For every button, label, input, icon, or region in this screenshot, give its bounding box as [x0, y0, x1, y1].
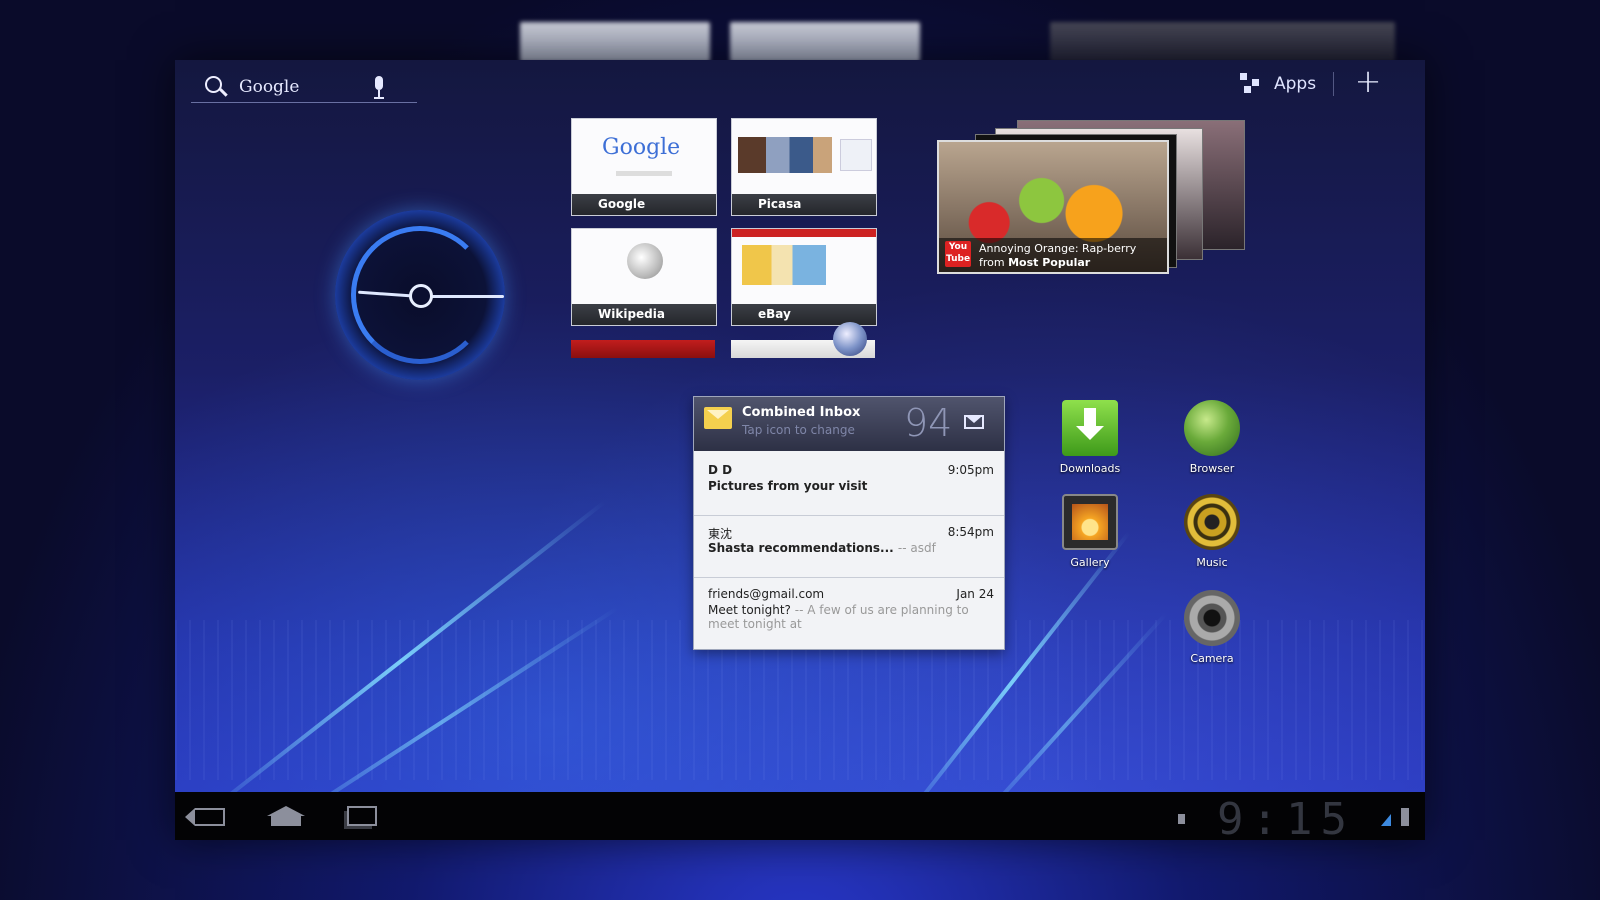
inbox-envelope-icon[interactable]	[704, 407, 732, 429]
microphone-icon[interactable]	[373, 76, 385, 100]
music-icon	[1184, 494, 1240, 550]
bookmark-google[interactable]: Google Google	[571, 118, 717, 216]
app-label: Gallery	[1070, 556, 1110, 569]
recent-apps-icon[interactable]	[347, 806, 377, 826]
ebay-thumbnail	[742, 245, 826, 285]
app-music[interactable]: Music	[1167, 494, 1257, 569]
system-bar: 9:15	[175, 792, 1425, 840]
compose-mail-icon[interactable]	[964, 415, 984, 429]
wifi-icon[interactable]	[1381, 814, 1391, 826]
email-subject: Shasta recommendations...	[708, 541, 894, 555]
home-screen: Google Apps + Google Google Picasa W Wik…	[175, 60, 1425, 840]
bookmark-label: Picasa	[732, 194, 876, 215]
background-thumbnail	[730, 22, 920, 62]
email-inbox-subtitle: Tap icon to change	[742, 423, 855, 437]
downloads-icon	[1062, 400, 1118, 456]
status-clock[interactable]: 9:15	[1217, 794, 1355, 840]
google-logo: Google	[602, 135, 681, 160]
bookmark-label: Google	[572, 194, 716, 215]
app-label: Browser	[1189, 462, 1235, 475]
email-time: Jan 24	[956, 587, 994, 601]
app-label: Music	[1196, 556, 1228, 569]
email-sender: D D	[708, 463, 733, 477]
bookmark-label: Wikipedia	[572, 304, 716, 325]
picasa-thumbnail	[738, 137, 832, 173]
search-box-thumb	[616, 171, 672, 176]
email-subject-line: Meet tonight? -- A few of us are plannin…	[708, 603, 994, 631]
email-sender: friends@gmail.com	[708, 587, 825, 601]
app-label: Downloads	[1059, 462, 1121, 475]
bookmark-picasa[interactable]: Picasa	[731, 118, 877, 216]
browser-icon	[1184, 400, 1240, 456]
bookmark-ebay[interactable]: eBay	[731, 228, 877, 326]
battery-icon[interactable]	[1401, 808, 1409, 826]
search-label: Google	[239, 77, 300, 97]
app-browser[interactable]: Browser	[1167, 400, 1257, 475]
email-list-item[interactable]: friends@gmail.com Jan 24 Meet tonight? -…	[694, 577, 1004, 647]
email-sender: 東沈	[708, 527, 733, 541]
email-inbox-title: Combined Inbox	[742, 405, 861, 420]
youtube-widget[interactable]: You Tube Annoying Orange: Rap-berry from…	[937, 140, 1169, 274]
background-thumbnail	[1050, 22, 1395, 62]
wikipedia-globe-icon	[627, 243, 663, 279]
email-snippet: -- asdf	[897, 541, 936, 555]
email-subject-line: Shasta recommendations... -- asdf	[708, 541, 994, 555]
bookmark-wikipedia[interactable]: W Wikipedia	[571, 228, 717, 326]
ebay-header-thumb	[732, 229, 876, 237]
picasa-sidebar-thumb	[840, 139, 872, 171]
google-search-bar[interactable]: Google	[191, 72, 417, 103]
app-downloads[interactable]: Downloads	[1045, 400, 1135, 475]
app-camera[interactable]: Camera	[1167, 590, 1257, 665]
divider	[1333, 72, 1334, 96]
add-widget-button[interactable]: +	[1353, 65, 1383, 97]
unread-count: 94	[904, 401, 953, 445]
back-icon[interactable]	[185, 808, 225, 826]
apps-grid-icon	[1240, 73, 1262, 95]
youtube-caption: You Tube Annoying Orange: Rap-berry from…	[939, 238, 1167, 272]
youtube-video-title: Annoying Orange: Rap-berry	[979, 242, 1137, 255]
apps-button[interactable]: Apps	[1240, 68, 1316, 100]
email-widget[interactable]: Combined Inbox Tap icon to change 94 D D…	[693, 396, 1005, 650]
email-subject: Meet tonight?	[708, 603, 791, 617]
globe-icon	[833, 322, 867, 356]
youtube-logo-icon: You Tube	[945, 241, 971, 267]
app-label: Camera	[1190, 652, 1234, 665]
youtube-source: from Most Popular	[979, 256, 1091, 269]
camera-icon	[1184, 590, 1240, 646]
bookmark-partial[interactable]	[571, 340, 715, 358]
clock-center	[409, 284, 433, 308]
email-subject: Pictures from your visit	[708, 479, 868, 493]
app-gallery[interactable]: Gallery	[1045, 494, 1135, 569]
gallery-icon	[1062, 494, 1118, 550]
email-list-item[interactable]: 東沈 8:54pm Shasta recommendations... -- a…	[694, 515, 1004, 578]
apps-label: Apps	[1274, 74, 1317, 94]
notification-icon[interactable]	[1178, 814, 1185, 824]
email-header[interactable]: Combined Inbox Tap icon to change 94	[694, 397, 1004, 451]
email-list-item[interactable]: D D 9:05pm Pictures from your visit	[694, 453, 1004, 516]
email-time: 8:54pm	[947, 525, 994, 539]
analog-clock-widget[interactable]	[335, 210, 505, 380]
search-icon[interactable]	[203, 74, 229, 100]
background-thumbnail	[520, 22, 710, 62]
email-time: 9:05pm	[947, 463, 994, 477]
home-icon[interactable]	[267, 806, 305, 826]
